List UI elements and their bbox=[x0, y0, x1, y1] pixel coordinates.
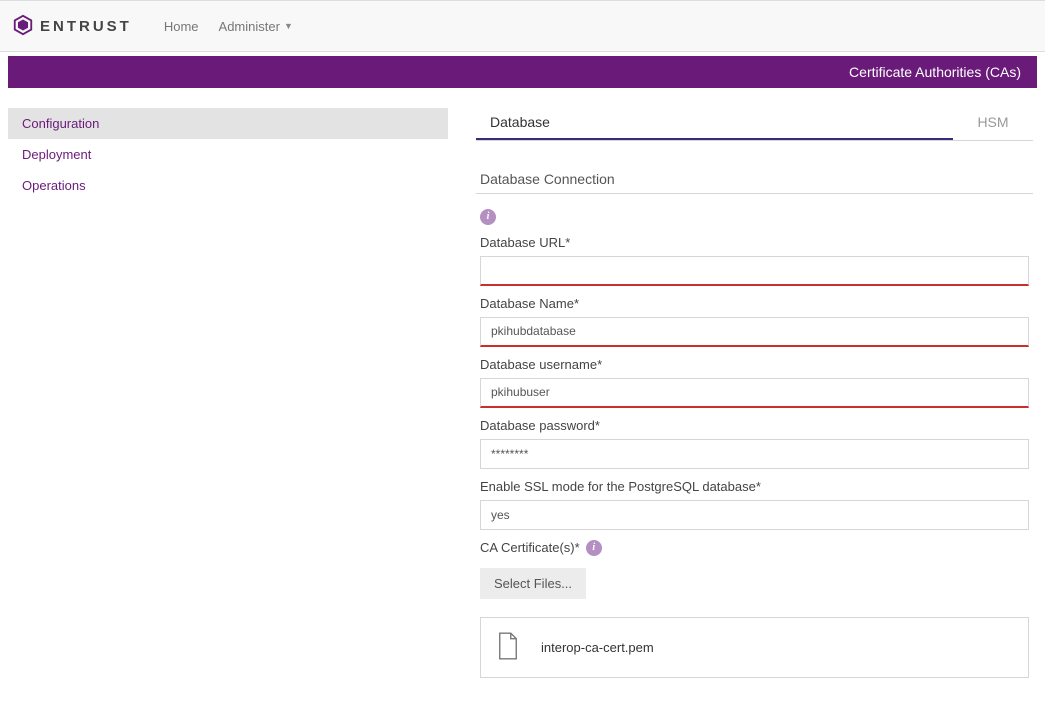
field-db-url: Database URL* bbox=[480, 235, 1029, 286]
file-name: interop-ca-cert.pem bbox=[541, 640, 654, 655]
nav-administer[interactable]: Administer ▼ bbox=[219, 19, 293, 34]
input-db-user[interactable] bbox=[480, 378, 1029, 408]
sidebar: Configuration Deployment Operations bbox=[8, 104, 448, 678]
field-db-user: Database username* bbox=[480, 357, 1029, 408]
sidebar-item-configuration[interactable]: Configuration bbox=[8, 108, 448, 139]
select-files-button[interactable]: Select Files... bbox=[480, 568, 586, 599]
content-area: Configuration Deployment Operations Data… bbox=[0, 88, 1045, 708]
brand-text: ENTRUST bbox=[40, 18, 132, 35]
label-ca-cert-text: CA Certificate(s)* bbox=[480, 540, 580, 555]
caret-down-icon: ▼ bbox=[284, 21, 293, 31]
label-db-url: Database URL* bbox=[480, 235, 1029, 250]
ribbon-title: Certificate Authorities (CAs) bbox=[849, 64, 1021, 80]
nav-home[interactable]: Home bbox=[164, 19, 199, 34]
label-db-pass: Database password* bbox=[480, 418, 1029, 433]
page-ribbon: Certificate Authorities (CAs) bbox=[8, 56, 1037, 88]
input-db-name[interactable] bbox=[480, 317, 1029, 347]
tab-hsm[interactable]: HSM bbox=[953, 104, 1033, 140]
input-db-url[interactable] bbox=[480, 256, 1029, 286]
field-db-name: Database Name* bbox=[480, 296, 1029, 347]
field-ca-cert: CA Certificate(s)* i Select Files... int… bbox=[480, 540, 1029, 678]
file-entry: interop-ca-cert.pem bbox=[480, 617, 1029, 678]
brand-logo: ENTRUST bbox=[12, 14, 132, 39]
field-ssl-mode: Enable SSL mode for the PostgreSQL datab… bbox=[480, 479, 1029, 530]
field-db-pass: Database password* bbox=[480, 418, 1029, 469]
nav-administer-label: Administer bbox=[219, 19, 280, 34]
section-title: Database Connection bbox=[476, 165, 1033, 194]
info-icon[interactable]: i bbox=[586, 540, 602, 556]
hexagon-icon bbox=[12, 14, 34, 39]
label-db-name: Database Name* bbox=[480, 296, 1029, 311]
input-db-pass[interactable] bbox=[480, 439, 1029, 469]
tab-database[interactable]: Database bbox=[476, 104, 953, 140]
info-icon[interactable]: i bbox=[480, 209, 496, 225]
info-row: i bbox=[480, 208, 1029, 225]
tab-bar: Database HSM bbox=[476, 104, 1033, 141]
sidebar-item-operations[interactable]: Operations bbox=[8, 170, 448, 201]
file-icon bbox=[497, 632, 519, 663]
sidebar-item-deployment[interactable]: Deployment bbox=[8, 139, 448, 170]
label-ssl-mode: Enable SSL mode for the PostgreSQL datab… bbox=[480, 479, 1029, 494]
label-ca-cert: CA Certificate(s)* i bbox=[480, 540, 1029, 556]
nav-links: Home Administer ▼ bbox=[164, 19, 293, 34]
top-bar: ENTRUST Home Administer ▼ bbox=[0, 0, 1045, 52]
label-db-user: Database username* bbox=[480, 357, 1029, 372]
main-panel: Database HSM Database Connection i Datab… bbox=[476, 104, 1037, 678]
input-ssl-mode[interactable] bbox=[480, 500, 1029, 530]
